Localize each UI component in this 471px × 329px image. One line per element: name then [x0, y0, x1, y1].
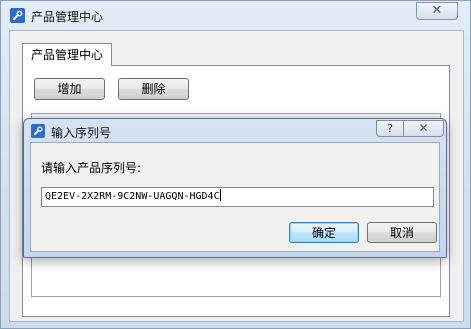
wrench-icon [10, 8, 25, 23]
wrench-icon [31, 124, 45, 138]
add-button[interactable]: 增加 [34, 78, 105, 100]
serial-number-dialog: 输入序列号 ? ✕ 请输入产品序列号: QE2EV-2X2RM-9C2NW-UA… [23, 118, 447, 258]
serial-prompt-label: 请输入产品序列号: [41, 161, 142, 175]
dialog-close-button[interactable]: ✕ [404, 120, 444, 137]
text-caret [219, 189, 221, 201]
cancel-button[interactable]: 取消 [367, 222, 437, 243]
dialog-client-area: 请输入产品序列号: QE2EV-2X2RM-9C2NW-UAGQN-HGD4C … [30, 142, 440, 252]
serial-number-input[interactable]: QE2EV-2X2RM-9C2NW-UAGQN-HGD4C [41, 187, 434, 207]
dialog-title: 输入序列号 [51, 126, 112, 140]
serial-number-value: QE2EV-2X2RM-9C2NW-UAGQN-HGD4C [45, 191, 220, 202]
ok-button[interactable]: 确定 [289, 222, 359, 243]
delete-button[interactable]: 删除 [118, 78, 189, 100]
main-titlebar[interactable]: 产品管理中心 ✕ [1, 1, 470, 29]
window-title: 产品管理中心 [31, 10, 104, 24]
tab-product-management[interactable]: 产品管理中心 [22, 43, 113, 66]
window-close-button[interactable]: ✕ [416, 2, 458, 20]
help-button[interactable]: ? [376, 120, 404, 137]
